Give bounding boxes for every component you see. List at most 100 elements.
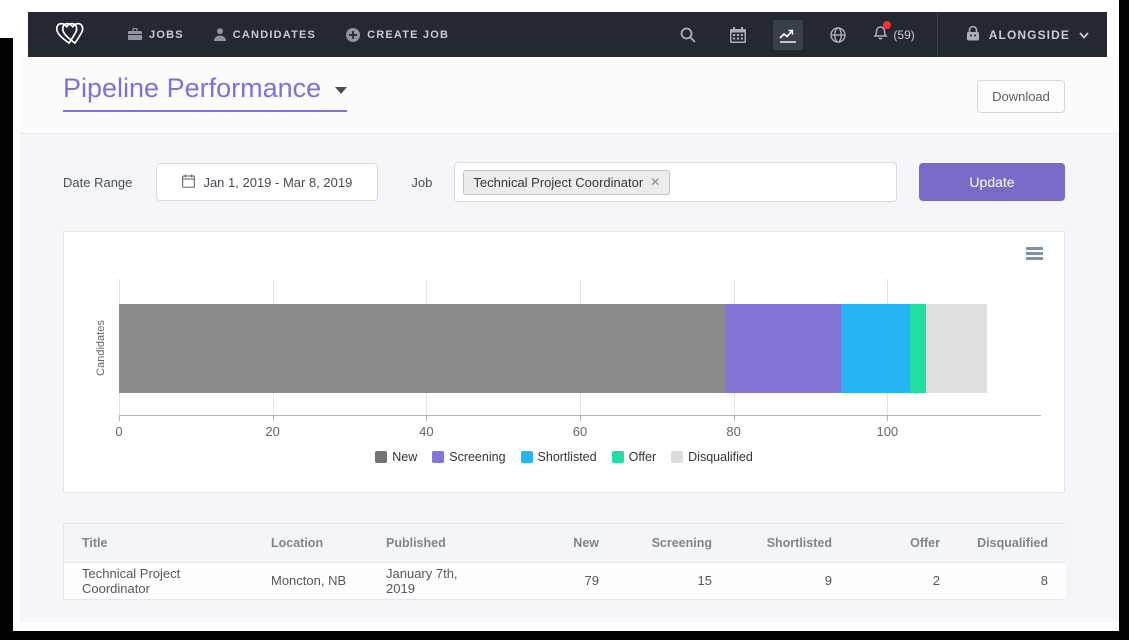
calendar-small-icon	[182, 174, 195, 191]
globe-icon[interactable]	[823, 20, 853, 50]
legend-item-shortlisted[interactable]: Shortlisted	[521, 450, 597, 464]
page-header: Pipeline Performance Download	[20, 57, 1119, 133]
legend-item-disqualified[interactable]: Disqualified	[671, 450, 753, 464]
column-header-shortlisted: Shortlisted	[730, 524, 850, 562]
legend-swatch	[432, 451, 444, 463]
app-window: JOBS CANDIDATES	[20, 12, 1119, 631]
column-header-disqualified: Disqualified	[958, 524, 1066, 562]
table-body: Technical Project CoordinatorMoncton, NB…	[64, 562, 1066, 599]
legend-label: Shortlisted	[538, 450, 597, 464]
table-cell: 9	[730, 562, 850, 599]
job-select-input[interactable]: Technical Project Coordinator ✕	[454, 162, 897, 202]
notifications[interactable]: (59)	[873, 24, 914, 45]
pipeline-table-card: TitleLocationPublishedNewScreeningShortl…	[63, 523, 1065, 600]
nav-item-label: JOBS	[149, 29, 184, 41]
legend-swatch	[671, 451, 683, 463]
legend-label: New	[392, 450, 417, 464]
column-header-offer: Offer	[850, 524, 958, 562]
date-range-value: Jan 1, 2019 - Mar 8, 2019	[203, 175, 352, 190]
brand-logo[interactable]	[54, 16, 90, 53]
x-tick-label: 60	[573, 424, 587, 439]
screen-frame-left	[0, 38, 13, 640]
x-tick-label: 100	[876, 424, 898, 439]
x-axis-tick	[734, 415, 735, 421]
chart-legend: New Screening Shortlisted Offer Disqualified	[64, 450, 1064, 464]
bar-segment-offer[interactable]	[910, 304, 925, 393]
legend-swatch	[375, 451, 387, 463]
bar-segment-screening[interactable]	[726, 304, 841, 393]
x-tick-label: 40	[419, 424, 433, 439]
download-button[interactable]: Download	[977, 80, 1065, 113]
x-axis-tick	[273, 415, 274, 421]
nav-item-label: CANDIDATES	[233, 29, 316, 41]
column-header-location: Location	[253, 524, 368, 562]
bar-segment-shortlisted[interactable]	[841, 304, 910, 393]
legend-label: Screening	[449, 450, 505, 464]
table-row[interactable]: Technical Project CoordinatorMoncton, NB…	[64, 562, 1066, 599]
briefcase-icon	[128, 28, 142, 41]
legend-label: Offer	[629, 450, 657, 464]
account-menu[interactable]: ALONGSIDE	[960, 25, 1089, 44]
table-cell: Moncton, NB	[253, 562, 368, 599]
bell-icon	[873, 24, 888, 45]
legend-item-screening[interactable]: Screening	[432, 450, 505, 464]
table-cell: Technical Project Coordinator	[64, 562, 253, 599]
screen-frame-right	[1119, 0, 1129, 640]
stacked-bar	[119, 304, 1041, 393]
legend-label: Disqualified	[688, 450, 753, 464]
filter-bar: Date Range Jan 1, 2019 - Mar 8, 2019 Job…	[63, 162, 1065, 202]
account-name: ALONGSIDE	[989, 28, 1070, 42]
pipeline-chart-card: Candidates 020406080100 NewScreeningShor…	[63, 231, 1065, 493]
legend-swatch	[521, 451, 533, 463]
table-cell: January 7th, 2019	[368, 562, 502, 599]
bar-segment-disqualified[interactable]	[926, 304, 987, 393]
column-header-published: Published	[368, 524, 502, 562]
column-header-screening: Screening	[617, 524, 730, 562]
table-cell: 79	[502, 562, 617, 599]
report-section: Date Range Jan 1, 2019 - Mar 8, 2019 Job…	[20, 133, 1119, 622]
x-tick-label: 0	[115, 424, 122, 439]
caret-down-icon	[335, 87, 347, 94]
legend-item-offer[interactable]: Offer	[612, 450, 657, 464]
x-axis-tick	[887, 415, 888, 421]
column-header-title: Title	[64, 524, 253, 562]
table-cell: 8	[958, 562, 1066, 599]
column-header-new: New	[502, 524, 617, 562]
nav-item-candidates[interactable]: CANDIDATES	[214, 28, 316, 41]
remove-tag-icon[interactable]: ✕	[650, 176, 660, 188]
nav-item-jobs[interactable]: JOBS	[128, 28, 184, 41]
y-axis-label: Candidates	[95, 320, 107, 376]
calendar-icon[interactable]	[723, 20, 753, 50]
job-tag-label: Technical Project Coordinator	[473, 175, 643, 190]
nav-menu: JOBS CANDIDATES	[128, 28, 449, 42]
person-icon	[214, 28, 226, 41]
screen-frame-bottom	[13, 631, 1119, 640]
nav-icons: (59) ALONGSIDE	[673, 12, 1089, 57]
job-tag: Technical Project Coordinator ✕	[463, 170, 670, 195]
report-selector[interactable]: Pipeline Performance	[63, 75, 347, 112]
x-axis-tick	[426, 415, 427, 421]
update-button[interactable]: Update	[919, 163, 1065, 201]
page-title: Pipeline Performance	[63, 75, 321, 102]
legend-swatch	[612, 451, 624, 463]
plus-circle-icon	[346, 28, 360, 42]
nav-divider	[937, 12, 938, 57]
table-header-row: TitleLocationPublishedNewScreeningShortl…	[64, 524, 1066, 562]
search-icon[interactable]	[673, 20, 703, 50]
pipeline-table: TitleLocationPublishedNewScreeningShortl…	[64, 524, 1066, 599]
x-tick-label: 20	[265, 424, 279, 439]
bar-segment-new[interactable]	[119, 304, 726, 393]
top-navbar: JOBS CANDIDATES	[28, 12, 1107, 57]
lock-icon	[966, 25, 980, 44]
legend-item-new[interactable]: New	[375, 450, 417, 464]
job-label: Job	[411, 175, 432, 190]
x-axis-tick	[580, 415, 581, 421]
nav-item-label: CREATE JOB	[367, 29, 449, 41]
date-range-label: Date Range	[63, 175, 132, 190]
analytics-icon[interactable]	[773, 20, 803, 50]
x-axis-tick	[119, 415, 120, 421]
date-range-input[interactable]: Jan 1, 2019 - Mar 8, 2019	[156, 163, 378, 201]
nav-item-create-job[interactable]: CREATE JOB	[346, 28, 449, 42]
notification-count: (59)	[893, 28, 914, 42]
chevron-down-icon	[1079, 28, 1089, 42]
